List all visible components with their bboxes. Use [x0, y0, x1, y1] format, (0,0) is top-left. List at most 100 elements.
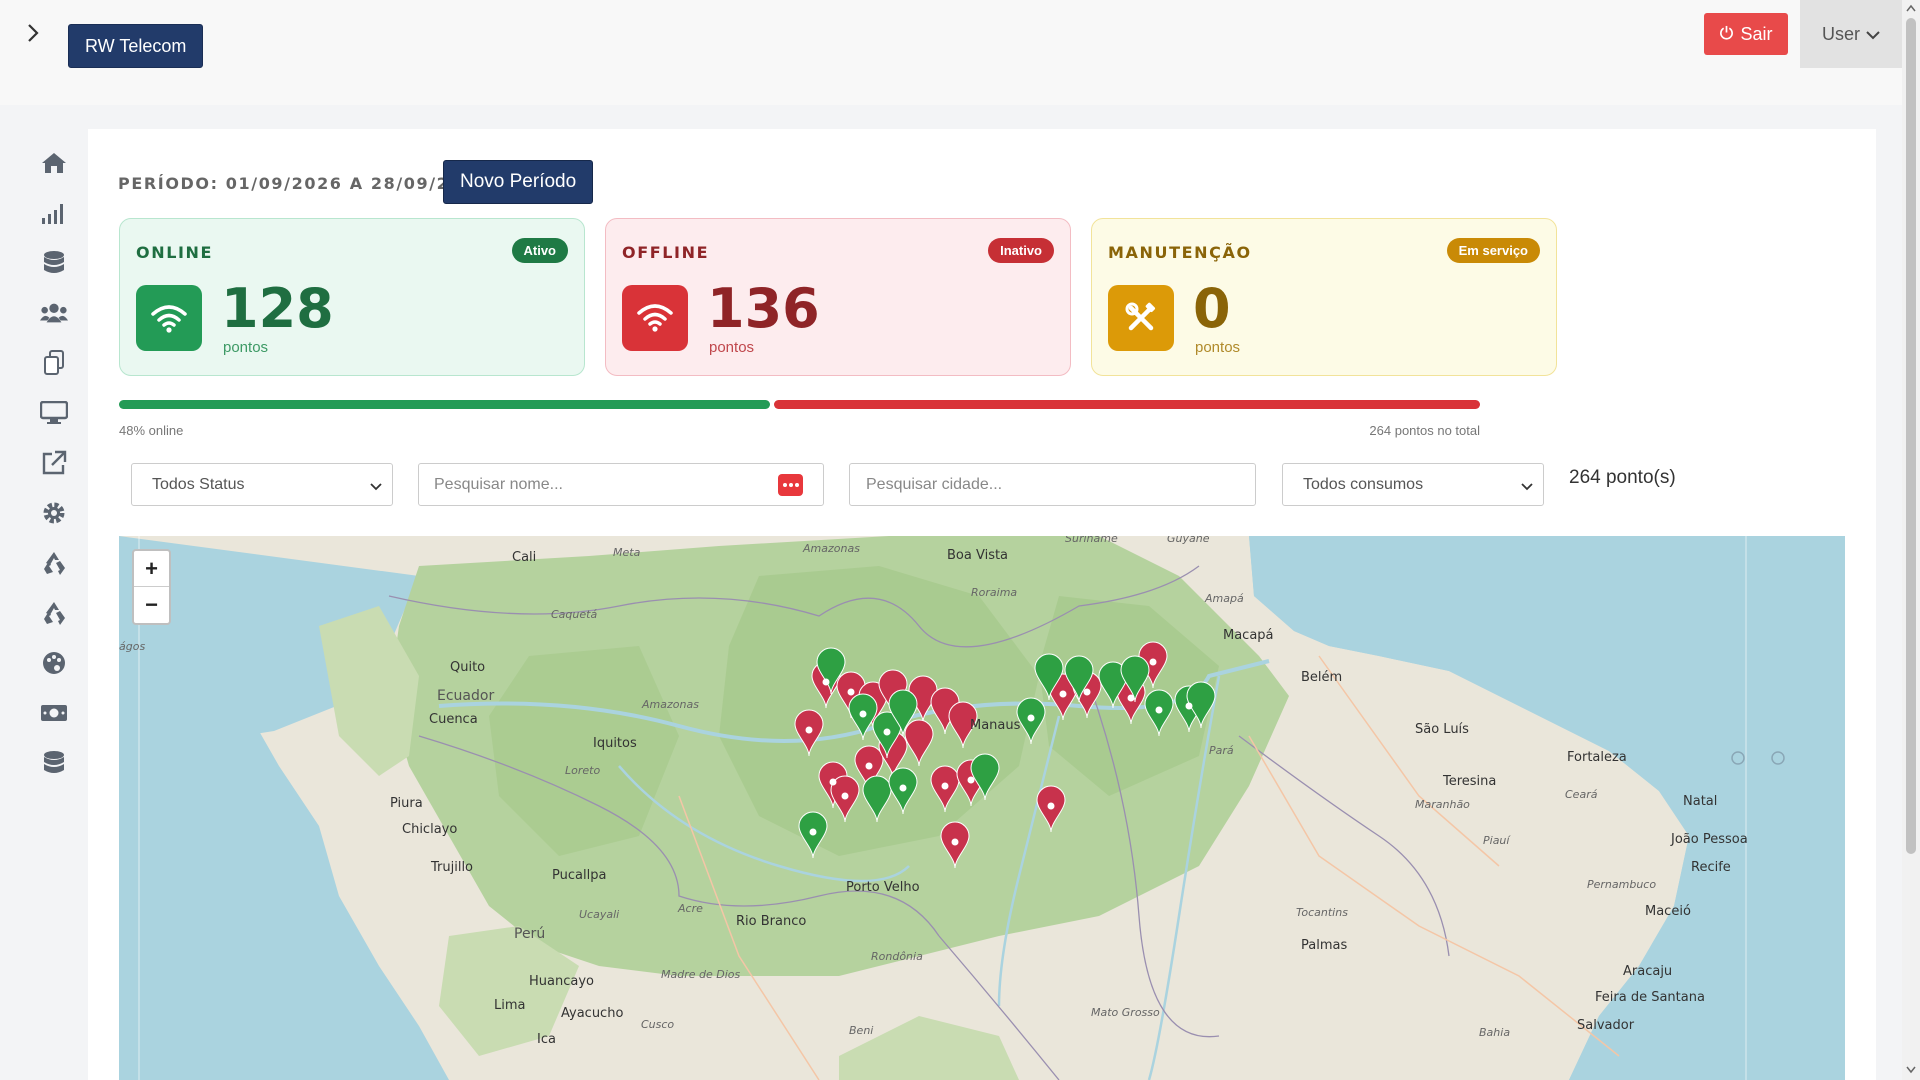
- search-name-placeholder: Pesquisar nome...: [434, 475, 563, 493]
- map-label: Pernambuco: [1587, 878, 1657, 891]
- map-label: Feira de Santana: [1595, 990, 1705, 1005]
- status-select[interactable]: Todos Status: [131, 463, 393, 506]
- online-percent-label: 48% online: [119, 423, 184, 438]
- online-card: ONLINE Ativo 128 pontos: [119, 218, 585, 376]
- points-count: 264 ponto(s): [1569, 467, 1676, 488]
- map-label: Cali: [512, 550, 537, 565]
- database-icon[interactable]: [40, 749, 68, 777]
- new-period-button[interactable]: Novo Período: [443, 160, 594, 204]
- home-icon[interactable]: [40, 149, 68, 177]
- signal-bars-icon[interactable]: [40, 199, 68, 227]
- map-label: Belém: [1301, 670, 1343, 685]
- zoom-control: + −: [132, 549, 171, 625]
- map-label: Amapá: [1205, 592, 1244, 605]
- map-label: Beni: [849, 1024, 874, 1037]
- copy-icon[interactable]: [40, 349, 68, 377]
- map-label: Teresina: [1443, 774, 1497, 789]
- chevron-right-icon[interactable]: [22, 22, 44, 44]
- scroll-up-icon[interactable]: [1906, 4, 1916, 12]
- card-unit: pontos: [709, 339, 755, 356]
- wifi-icon: [136, 285, 202, 351]
- zoom-out-button[interactable]: −: [134, 587, 169, 623]
- map-label: Fortaleza: [1567, 750, 1627, 765]
- map-label: Iquitos: [593, 736, 637, 751]
- map-label: Palmas: [1301, 938, 1348, 953]
- map-tiles: [119, 536, 1845, 1080]
- page-scrollbar[interactable]: [1902, 0, 1920, 1080]
- password-manager-icon[interactable]: [778, 474, 803, 496]
- map-label: Maranhão: [1415, 798, 1470, 811]
- map-label: Caquetá: [551, 608, 598, 621]
- map-label: Quito: [450, 660, 486, 675]
- tools-icon: [1108, 285, 1174, 351]
- map-label: Bahia: [1479, 1026, 1511, 1039]
- map-label: Boa Vista: [947, 548, 1009, 563]
- online-count: 128: [221, 277, 334, 340]
- map-label: Salvador: [1577, 1018, 1635, 1033]
- user-label: User: [1821, 23, 1860, 44]
- card-unit: pontos: [223, 339, 269, 356]
- map-label: Ica: [537, 1032, 556, 1047]
- scrollbar-thumb[interactable]: [1906, 18, 1916, 854]
- online-progress-segment: [119, 400, 770, 409]
- map[interactable]: + − Cali Meta Amazonas Boa Vista Roraima…: [119, 536, 1845, 1080]
- map-label: Ayacucho: [561, 1006, 624, 1021]
- status-badge: Inativo: [988, 238, 1054, 263]
- gear-icon[interactable]: [40, 499, 68, 527]
- offline-card: OFFLINE Inativo 136 pontos: [605, 218, 1071, 376]
- status-select-value: Todos Status: [152, 475, 245, 493]
- database-icon[interactable]: [40, 249, 68, 277]
- map-label: Madre de Dios: [661, 968, 741, 981]
- map-label: Pará: [1209, 744, 1234, 757]
- map-label: Porto Velho: [846, 880, 920, 895]
- map-label: Trujillo: [431, 860, 474, 875]
- map-label: Cusco: [641, 1018, 675, 1031]
- scroll-down-icon[interactable]: [1906, 1066, 1916, 1074]
- map-label: Guyane: [1167, 536, 1210, 545]
- card-title: OFFLINE: [622, 243, 710, 262]
- period-label: PERÍODO: 01/09/2026 A 28/09/2026: [118, 174, 488, 193]
- map-label: Acre: [678, 902, 703, 915]
- map-label: ágos: [119, 640, 146, 653]
- money-icon[interactable]: [40, 699, 68, 727]
- map-label: Ecuador: [437, 688, 495, 704]
- map-label: Huancayo: [529, 974, 594, 989]
- users-icon[interactable]: [40, 299, 68, 327]
- external-link-icon[interactable]: [40, 449, 68, 477]
- map-label: Perú: [514, 926, 546, 942]
- recycle-icon[interactable]: [40, 599, 68, 627]
- zoom-in-button[interactable]: +: [134, 551, 169, 587]
- sidebar: [0, 105, 80, 1080]
- card-title: ONLINE: [136, 243, 214, 262]
- logout-label: Sair: [1740, 23, 1773, 44]
- map-label: Roraima: [971, 586, 1018, 599]
- consumption-select[interactable]: Todos consumos: [1282, 463, 1544, 506]
- offline-count: 136: [707, 277, 820, 340]
- status-progress-bar: [119, 400, 1480, 409]
- map-label: Rondônia: [871, 950, 923, 963]
- map-label: Ucayali: [579, 908, 620, 921]
- map-label: Meta: [613, 546, 641, 559]
- card-unit: pontos: [1195, 339, 1241, 356]
- status-badge: Ativo: [511, 238, 568, 263]
- palette-icon[interactable]: [40, 649, 68, 677]
- map-label: Aracaju: [1623, 964, 1673, 979]
- map-label: Amazonas: [803, 542, 860, 555]
- top-navbar: RW Telecom Sair User: [0, 0, 1902, 105]
- map-label: Piura: [390, 796, 423, 811]
- map-label: Loreto: [565, 764, 601, 777]
- recycle-icon[interactable]: [40, 549, 68, 577]
- user-menu-button[interactable]: User: [1800, 0, 1902, 68]
- search-city-input[interactable]: Pesquisar cidade...: [849, 463, 1256, 506]
- monitor-icon[interactable]: [40, 399, 68, 427]
- map-label: Suriname: [1065, 536, 1118, 545]
- map-label: Cuenca: [429, 712, 478, 727]
- map-label: Recife: [1691, 860, 1731, 875]
- maintenance-count: 0: [1193, 277, 1231, 340]
- card-title: MANUTENÇÃO: [1108, 243, 1252, 262]
- search-name-input[interactable]: Pesquisar nome...: [418, 463, 824, 506]
- brand-button[interactable]: RW Telecom: [68, 24, 204, 68]
- logout-button[interactable]: Sair: [1704, 13, 1788, 55]
- power-icon: [1719, 24, 1734, 45]
- total-points-label: 264 pontos no total: [1369, 423, 1480, 438]
